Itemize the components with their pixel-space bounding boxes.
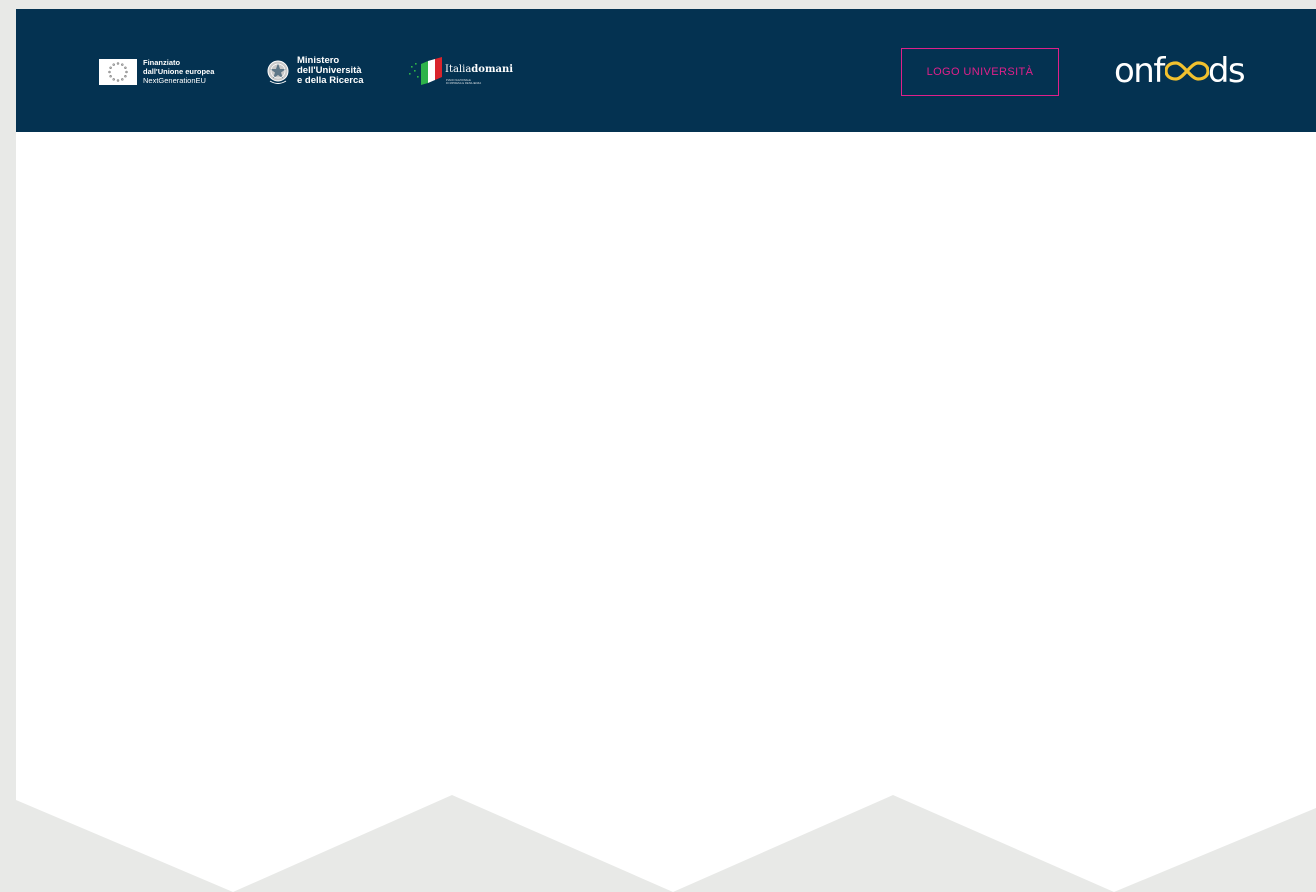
italia-domani-text: Italiadomani [445,64,513,75]
ministry-line-3: e della Ricerca [297,75,364,86]
onfoods-prefix: onf [1114,51,1165,91]
domani-word: domani [471,64,514,75]
page-canvas: Finanziato dall'Unione europea NextGener… [16,9,1316,892]
onfoods-suffix: ds [1207,51,1246,91]
italia-domani-flag-icon [408,57,444,87]
eu-line-1: Finanziato [143,58,181,67]
eu-funding-text: Finanziato dall'Unione europea NextGener… [143,58,214,85]
onfoods-logo: onf ds [1114,49,1246,93]
university-logo-placeholder: LOGO UNIVERSITÀ [901,48,1059,96]
italia-domani-subtitle: PIANO NAZIONALE DI RIPRESA E RESILIENZA [446,79,481,85]
ministry-text: Ministero dell'Università e della Ricerc… [297,56,364,86]
italia-sub-line-2: DI RIPRESA E RESILIENZA [446,82,482,85]
infinity-oo-icon [1164,57,1209,85]
eu-line-3: NextGenerationEU [143,76,206,85]
eu-line-2: dall'Unione europea [143,67,215,76]
university-logo-label: LOGO UNIVERSITÀ [926,66,1034,78]
header-bar: Finanziato dall'Unione europea NextGener… [16,9,1316,132]
eu-flag-icon [99,59,137,85]
italia-word: Italia [445,64,472,75]
ministry-emblem-icon [266,57,290,87]
